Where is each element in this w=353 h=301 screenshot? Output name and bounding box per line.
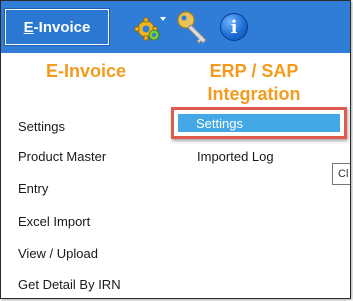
settings-gear-icon[interactable] (134, 13, 168, 43)
menu-item-product-master[interactable]: Product Master (18, 149, 106, 164)
toolbar: E -Invoice i (1, 1, 350, 53)
menu-item-entry[interactable]: Entry (18, 181, 48, 196)
erp-title-line1: ERP / SAP (209, 61, 299, 81)
key-icon[interactable] (175, 9, 211, 45)
info-icon[interactable]: i (220, 13, 248, 41)
einvoice-tab-accesskey: E (23, 18, 34, 36)
erp-settings-highlight: Settings (171, 107, 347, 139)
erp-title-line2: Integration (207, 84, 301, 104)
tooltip: Cl (332, 163, 350, 185)
einvoice-tab-label: -Invoice (33, 18, 91, 36)
menu-item-get-detail-by-irn[interactable]: Get Detail By IRN (18, 277, 121, 292)
menu-item-excel-import[interactable]: Excel Import (18, 214, 90, 229)
erp-column-title: ERP / SAP Integration (174, 60, 334, 106)
app-window: E -Invoice i E-Invoice ERP / SAP Integra… (0, 0, 351, 299)
erp-menu-item-settings[interactable]: Settings (178, 114, 340, 132)
einvoice-tab-button[interactable]: E -Invoice (4, 8, 110, 46)
menu-item-settings[interactable]: Settings (18, 119, 65, 134)
einvoice-column-title: E-Invoice (45, 61, 127, 81)
erp-menu-item-imported-log[interactable]: Imported Log (197, 149, 274, 164)
menu-item-view-upload[interactable]: View / Upload (18, 246, 98, 261)
